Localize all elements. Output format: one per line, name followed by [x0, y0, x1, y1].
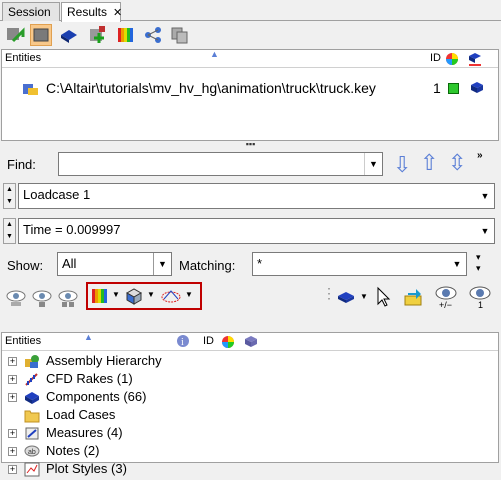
close-icon[interactable]: ✕	[113, 7, 122, 19]
tab-session[interactable]: Session	[2, 2, 60, 21]
component-view-button[interactable]	[58, 24, 80, 46]
component-display-dropdown-icon[interactable]: ▼	[360, 292, 368, 301]
plot-style-icon	[24, 462, 40, 477]
expand-icon[interactable]: +	[8, 465, 17, 474]
time-dropdown-icon[interactable]: ▼	[476, 219, 494, 243]
expand-icon[interactable]: +	[8, 393, 17, 402]
reverse-display-icon[interactable]	[402, 287, 424, 310]
find-input[interactable]: ▼	[58, 152, 383, 176]
result-color-swatch[interactable]	[448, 83, 459, 94]
display-style-icon[interactable]	[243, 334, 259, 353]
find-dropdown-icon[interactable]: ▼	[364, 153, 382, 175]
assembly-icon	[24, 354, 40, 369]
isolate-eye-icon[interactable]	[57, 288, 79, 311]
load-results-button[interactable]	[4, 24, 26, 46]
display-options-group: ▼ ▼ ▼	[86, 282, 202, 310]
add-entity-button[interactable]	[86, 24, 108, 46]
color-wheel-icon[interactable]	[221, 335, 235, 352]
expand-icon[interactable]: +	[8, 447, 17, 456]
panel-splitter[interactable]: ▪▪▪	[0, 140, 501, 149]
tab-results[interactable]: Results ✕	[61, 2, 122, 22]
entity-tree: Entities ▲ i ID + Assembly Hierarchy + C…	[1, 332, 499, 477]
svg-text:1: 1	[478, 300, 483, 310]
find-label: Find:	[7, 157, 36, 172]
contour-legend-button[interactable]	[114, 24, 136, 46]
feature-lines-dropdown-icon[interactable]: ▼	[185, 290, 193, 299]
contour-dropdown-icon[interactable]: ▼	[112, 290, 120, 299]
matching-label: Matching:	[179, 258, 236, 273]
result-file-icon	[22, 82, 40, 99]
entity-tree-entities-header[interactable]: Entities	[5, 335, 41, 347]
filter-options-icon[interactable]: ▾ ▾	[476, 252, 481, 274]
id-column-header[interactable]: ID	[430, 52, 441, 64]
display-style-icon[interactable]	[467, 51, 483, 70]
tab-bar: Session Results ✕	[0, 0, 501, 22]
result-file-path: C:\Altair\tutorials\mv_hv_hg\animation\t…	[46, 80, 376, 96]
expand-icon[interactable]: +	[8, 357, 17, 366]
show-selected-eye-icon[interactable]	[31, 288, 53, 311]
pointer-select-icon[interactable]	[376, 286, 392, 311]
find-previous-icon[interactable]: ⇧	[420, 150, 438, 176]
loadcase-dropdown-icon[interactable]: ▼	[476, 184, 494, 208]
expand-icon[interactable]: +	[8, 429, 17, 438]
folder-icon	[24, 408, 40, 423]
result-file-id: 1	[433, 80, 441, 96]
contour-icon[interactable]	[91, 287, 111, 308]
expand-icon[interactable]: +	[8, 375, 17, 384]
matching-dropdown-icon[interactable]: ▼	[448, 253, 466, 275]
entity-tree-id-header[interactable]: ID	[203, 335, 214, 347]
color-wheel-icon[interactable]	[445, 52, 459, 69]
component-display-icon[interactable]	[336, 288, 356, 309]
show-all-eye-icon[interactable]	[5, 288, 27, 311]
mesh-dropdown-icon[interactable]: ▼	[147, 290, 155, 299]
sort-arrow-icon: ▲	[84, 332, 93, 342]
find-next-icon[interactable]: ⇩	[393, 152, 411, 178]
loadcase-spinner[interactable]: ▲ ▼	[3, 183, 16, 209]
entity-tree-header: Entities ▲ i ID	[2, 332, 498, 353]
results-toolbar	[0, 22, 501, 48]
time-select[interactable]: Time = 0.009997 ▼	[18, 218, 495, 244]
measure-icon	[24, 426, 40, 441]
loadcase-select[interactable]: Loadcase 1 ▼	[18, 183, 495, 209]
hierarchy-button[interactable]	[142, 24, 164, 46]
show-label: Show:	[7, 258, 44, 273]
entities-grid: Entities ▲ ID C:\Altair\tutorials\mv_hv_…	[1, 49, 499, 141]
find-both-icon[interactable]: ⇳	[448, 150, 466, 176]
entities-column-header[interactable]: Entities	[5, 52, 41, 64]
entities-grid-header: Entities ▲ ID	[2, 49, 498, 70]
matching-input[interactable]: * ▼	[252, 252, 467, 276]
mesh-display-icon[interactable]	[124, 287, 144, 308]
show-select[interactable]: All ▼	[57, 252, 172, 276]
find-options-chevron-icon[interactable]: »	[477, 150, 483, 161]
svg-text:i: i	[181, 337, 184, 348]
feature-lines-icon[interactable]	[160, 287, 182, 308]
result-display-icon[interactable]	[469, 81, 485, 98]
show-hide-toggle-icon[interactable]: +/−	[434, 284, 458, 313]
info-icon[interactable]: i	[176, 334, 190, 351]
show-one-icon[interactable]: 1	[468, 284, 492, 313]
sort-arrow-icon: ▲	[210, 49, 219, 59]
svg-text:ab: ab	[28, 449, 36, 456]
svg-text:+/−: +/−	[439, 300, 452, 310]
component-icon	[24, 390, 40, 405]
copy-entity-button[interactable]	[168, 24, 190, 46]
cfd-rake-icon	[24, 372, 40, 387]
toolbar-separator: ⋮	[322, 285, 336, 301]
results-browser-button[interactable]	[30, 24, 52, 46]
time-spinner[interactable]: ▲ ▼	[3, 218, 16, 244]
note-icon: ab	[24, 444, 40, 459]
show-dropdown-icon[interactable]: ▼	[153, 253, 171, 275]
